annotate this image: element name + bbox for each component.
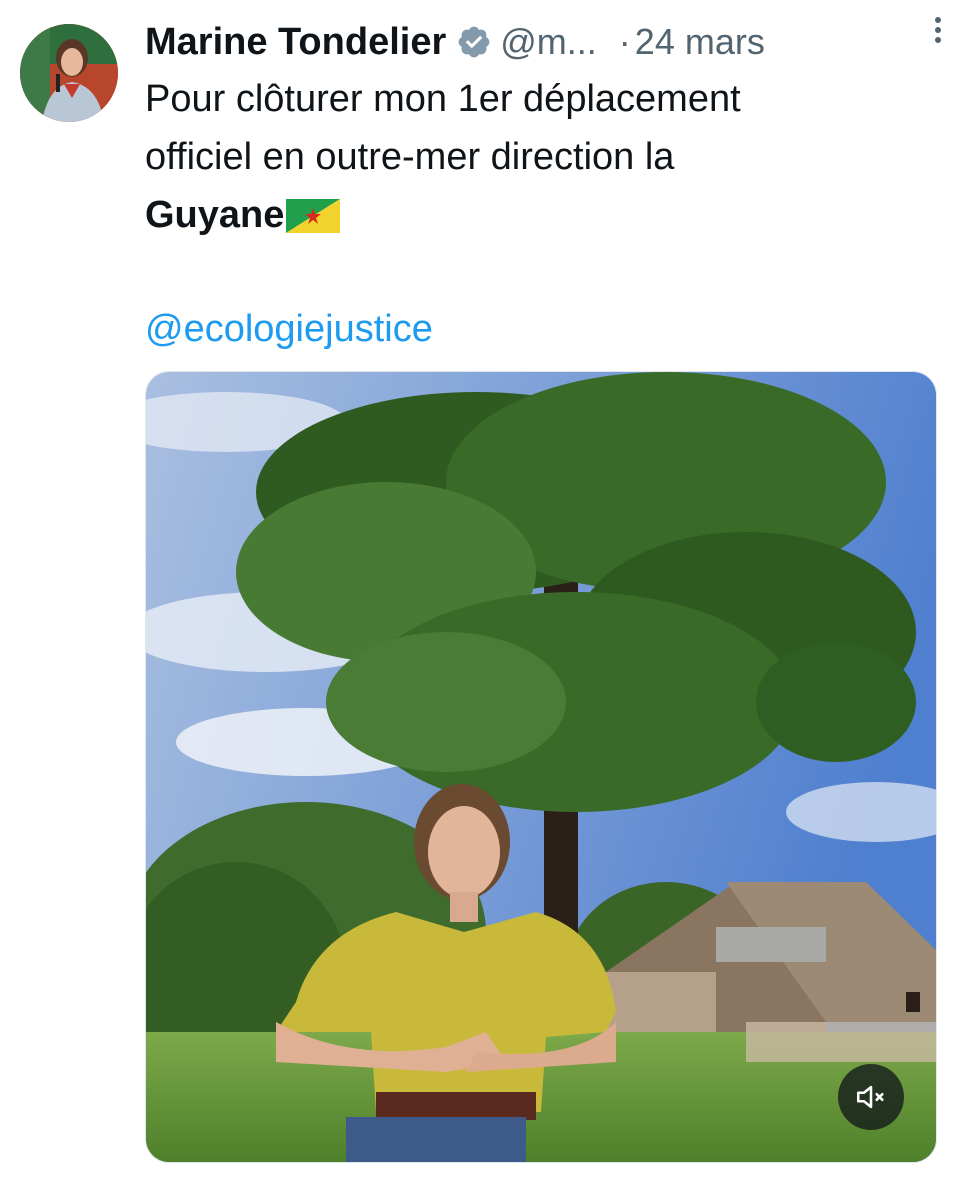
tweet-header: Marine Tondelier @m... · 24 mars	[145, 14, 945, 70]
tweet-text-bold: Guyane	[145, 194, 285, 236]
author-avatar[interactable]	[20, 24, 118, 122]
tweet-text-line-1: Pour clôturer mon 1er déplacement	[145, 78, 741, 120]
avatar-image	[20, 24, 118, 122]
volume-muted-icon	[856, 1085, 884, 1109]
more-options-icon[interactable]	[923, 12, 953, 48]
french-guiana-flag-icon	[286, 192, 341, 233]
author-name[interactable]: Marine Tondelier	[145, 21, 446, 64]
author-handle[interactable]: @m...	[500, 21, 597, 63]
tweet-text-line-2: officiel en outre-mer direction la	[145, 136, 675, 178]
verified-badge-icon[interactable]	[456, 24, 492, 60]
tweet-text-line-3: Guyane	[145, 186, 935, 244]
video-frame	[146, 372, 936, 1162]
mention-link[interactable]: @ecologiejustice	[145, 303, 433, 355]
tweet-date[interactable]: 24 mars	[635, 21, 765, 63]
mute-toggle-button[interactable]	[838, 1064, 904, 1130]
tweet-video[interactable]	[145, 371, 937, 1163]
tweet-text: Pour clôturer mon 1er déplacement offici…	[145, 70, 935, 244]
date-separator: ·	[618, 21, 631, 62]
